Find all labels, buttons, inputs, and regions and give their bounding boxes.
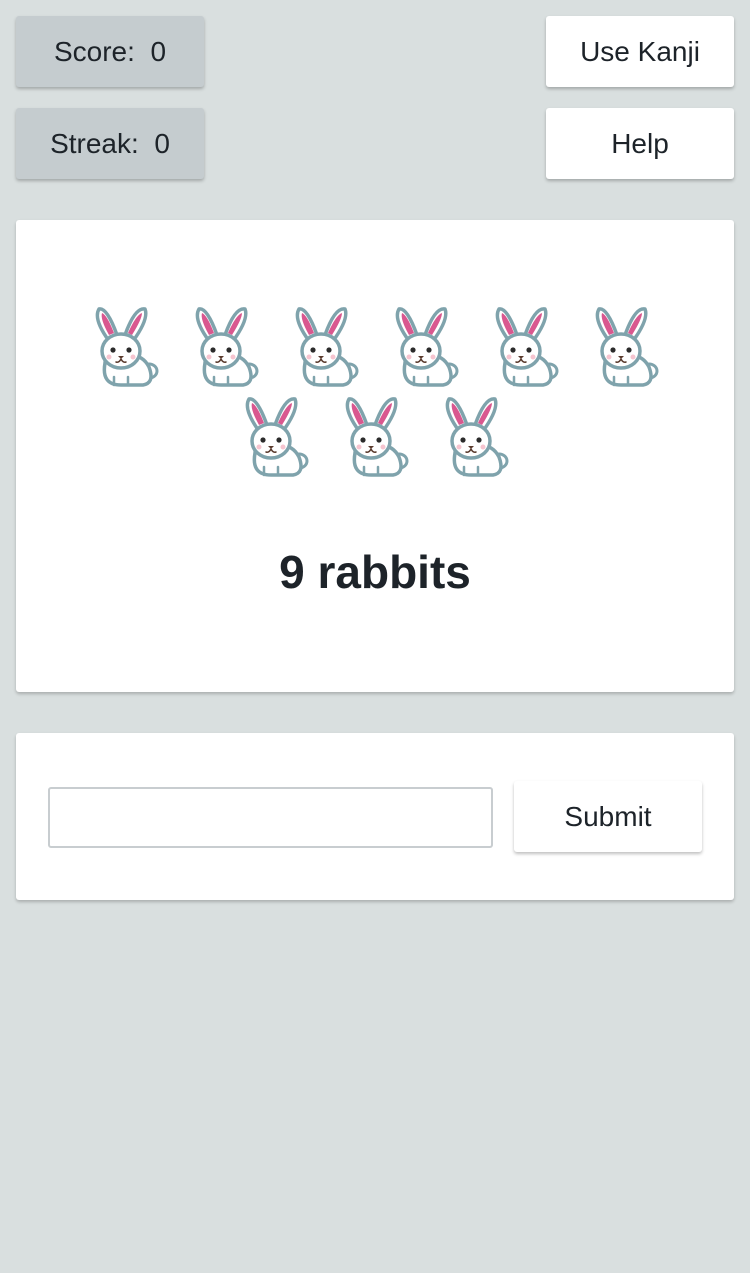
score-display: Score: 0 (16, 16, 204, 87)
rabbit-grid (16, 305, 734, 485)
submit-label: Submit (564, 800, 652, 832)
score-label: Score: (53, 35, 135, 67)
streak-value: 0 (154, 127, 170, 159)
rabbit-icon (491, 305, 559, 389)
rabbit-icon (91, 305, 159, 389)
rabbit-icon (341, 395, 409, 479)
question-text: 9 rabbits (279, 546, 471, 598)
rabbit-row (16, 305, 734, 395)
rabbit-icon (591, 305, 659, 389)
rabbit-row (16, 395, 734, 485)
rabbit-icon (291, 305, 359, 389)
help-label: Help (611, 127, 669, 159)
use-kanji-button[interactable]: Use Kanji (546, 16, 734, 87)
question-card: 9 rabbits (16, 220, 734, 692)
help-button[interactable]: Help (546, 108, 734, 179)
streak-display: Streak: 0 (16, 108, 204, 179)
submit-button[interactable]: Submit (514, 781, 702, 852)
app-screen: Score: 0 Streak: 0 Use Kanji Help 9 rabb… (0, 0, 750, 1273)
streak-label: Streak: (50, 127, 139, 159)
rabbit-icon (241, 395, 309, 479)
rabbit-icon (391, 305, 459, 389)
answer-card: Submit (16, 733, 734, 900)
use-kanji-label: Use Kanji (580, 35, 700, 67)
score-value: 0 (150, 35, 167, 67)
answer-input[interactable] (48, 787, 493, 848)
rabbit-icon (191, 305, 259, 389)
rabbit-icon (441, 395, 509, 479)
